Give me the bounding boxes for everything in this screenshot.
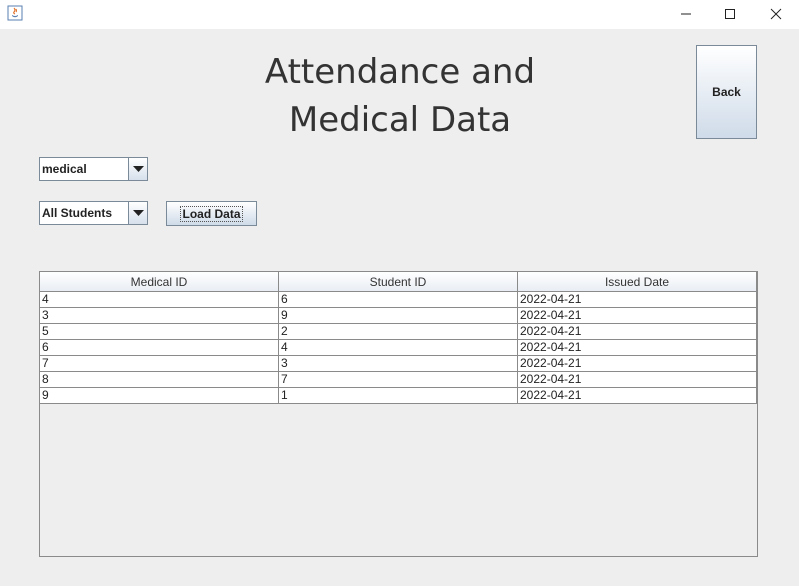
table-header: Medical ID Student ID Issued Date xyxy=(40,272,757,292)
maximize-button[interactable] xyxy=(707,0,753,29)
table-body: 4 6 2022-04-21 3 9 2022-04-21 5 2 2022-0… xyxy=(40,292,757,404)
record-type-value: medical xyxy=(42,162,87,176)
cell-medical-id[interactable]: 6 xyxy=(40,340,279,356)
table-row[interactable]: 9 1 2022-04-21 xyxy=(40,388,757,404)
table-row[interactable]: 3 9 2022-04-21 xyxy=(40,308,757,324)
cell-issued-date[interactable]: 2022-04-21 xyxy=(518,356,757,372)
chevron-down-icon xyxy=(133,210,144,216)
dropdown-arrow-button[interactable] xyxy=(128,202,147,224)
cell-student-id[interactable]: 7 xyxy=(279,372,518,388)
table-row[interactable]: 5 2 2022-04-21 xyxy=(40,324,757,340)
cell-issued-date[interactable]: 2022-04-21 xyxy=(518,372,757,388)
close-icon xyxy=(770,8,782,20)
student-select-value: All Students xyxy=(42,206,113,220)
chevron-down-icon xyxy=(133,166,144,172)
page-title-line-1: Attendance and xyxy=(264,52,536,92)
minimize-button[interactable] xyxy=(663,0,709,29)
cell-issued-date[interactable]: 2022-04-21 xyxy=(518,292,757,308)
table-row[interactable]: 6 4 2022-04-21 xyxy=(40,340,757,356)
cell-student-id[interactable]: 6 xyxy=(279,292,518,308)
data-table[interactable]: Medical ID Student ID Issued Date 4 6 20… xyxy=(39,271,758,557)
cell-medical-id[interactable]: 9 xyxy=(40,388,279,404)
cell-medical-id[interactable]: 8 xyxy=(40,372,279,388)
page-title: Attendance and Medical Data xyxy=(200,48,600,144)
cell-medical-id[interactable]: 7 xyxy=(40,356,279,372)
cell-issued-date[interactable]: 2022-04-21 xyxy=(518,340,757,356)
cell-student-id[interactable]: 1 xyxy=(279,388,518,404)
title-bar xyxy=(0,0,799,29)
cell-student-id[interactable]: 9 xyxy=(279,308,518,324)
cell-issued-date[interactable]: 2022-04-21 xyxy=(518,308,757,324)
load-data-label: Load Data xyxy=(180,205,243,222)
cell-medical-id[interactable]: 3 xyxy=(40,308,279,324)
cell-student-id[interactable]: 3 xyxy=(279,356,518,372)
cell-student-id[interactable]: 4 xyxy=(279,340,518,356)
page-title-line-2: Medical Data xyxy=(288,100,512,140)
column-header-issued-date[interactable]: Issued Date xyxy=(518,272,757,292)
close-button[interactable] xyxy=(753,0,799,29)
cell-issued-date[interactable]: 2022-04-21 xyxy=(518,324,757,340)
record-type-select[interactable]: medical xyxy=(39,157,148,181)
java-icon xyxy=(7,5,23,21)
column-header-medical-id[interactable]: Medical ID xyxy=(40,272,279,292)
column-header-student-id[interactable]: Student ID xyxy=(279,272,518,292)
minimize-icon xyxy=(681,13,691,15)
cell-medical-id[interactable]: 4 xyxy=(40,292,279,308)
load-data-button[interactable]: Load Data xyxy=(166,201,257,226)
table-row[interactable]: 4 6 2022-04-21 xyxy=(40,292,757,308)
back-button[interactable]: Back xyxy=(696,45,757,139)
table-row[interactable]: 7 3 2022-04-21 xyxy=(40,356,757,372)
maximize-icon xyxy=(725,9,735,19)
cell-issued-date[interactable]: 2022-04-21 xyxy=(518,388,757,404)
table-row[interactable]: 8 7 2022-04-21 xyxy=(40,372,757,388)
cell-medical-id[interactable]: 5 xyxy=(40,324,279,340)
cell-student-id[interactable]: 2 xyxy=(279,324,518,340)
student-select[interactable]: All Students xyxy=(39,201,148,225)
dropdown-arrow-button[interactable] xyxy=(128,158,147,180)
